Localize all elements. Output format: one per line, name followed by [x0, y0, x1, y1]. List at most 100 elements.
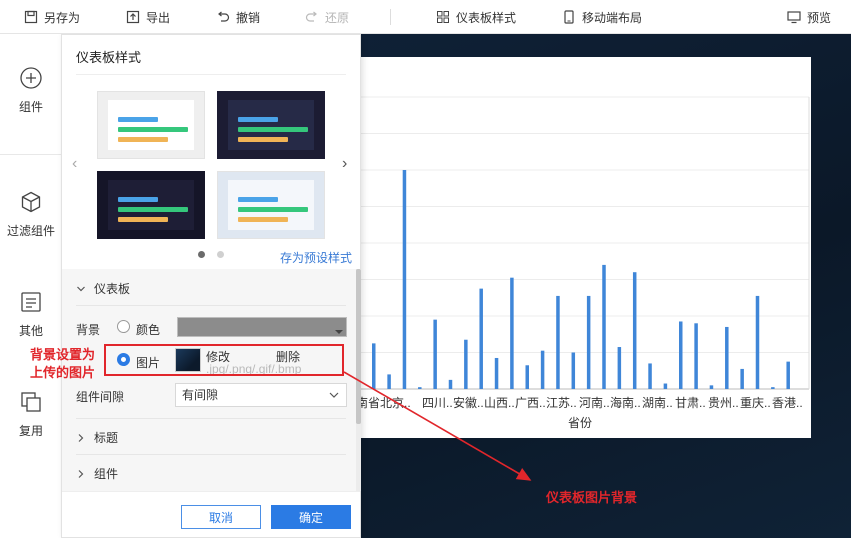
dashboard-style-panel: 仪表板样式 ‹ › 存为预设样式 仪表板 背景 颜色 图片 修改 删除 .jpg… [61, 34, 361, 538]
section-title-label: 标题 [94, 431, 119, 445]
chevron-right-icon [78, 433, 84, 442]
sidebar-item-other[interactable]: 其他 [0, 290, 62, 339]
mobile-layout-label: 移动端布局 [582, 10, 643, 25]
chart-widget[interactable]: 云南省北京.. 四川..安徽..山西..广西..江苏..河南..海南..湖南..甘… [360, 57, 811, 438]
carousel-prev-icon[interactable]: ‹ [72, 155, 77, 173]
redo-label: 还原 [325, 10, 350, 25]
sidebar-item-components[interactable]: 组件 [0, 66, 62, 115]
theme-thumbnail-dark[interactable] [97, 171, 205, 239]
plus-circle-icon [20, 67, 42, 89]
left-sidebar: 组件 过滤组件 其他 复用 [0, 34, 62, 538]
chart-bar[interactable] [771, 387, 775, 389]
chart-bar[interactable] [663, 383, 668, 389]
settings-scrollbar[interactable] [356, 269, 361, 491]
chart-tick-label: 四川.. [422, 396, 453, 410]
mobile-layout-button[interactable]: 移动端布局 [562, 0, 642, 34]
background-label: 背景 [76, 323, 101, 337]
save-icon [24, 10, 38, 24]
chart-bar[interactable] [725, 326, 729, 389]
chart-bar[interactable] [617, 347, 622, 389]
copy-icon [21, 392, 41, 412]
chart-bar[interactable] [372, 343, 376, 389]
preview-label: 预览 [807, 10, 832, 25]
chart-bar[interactable] [648, 363, 652, 389]
undo-button[interactable]: 撤销 [216, 0, 260, 34]
chart-tick-label: 云南省北京.. [360, 395, 411, 410]
chart-bar[interactable] [694, 323, 698, 389]
carousel-next-icon[interactable]: › [342, 155, 347, 173]
bar-chart: 云南省北京.. 四川..安徽..山西..广西..江苏..河南..海南..湖南..甘… [360, 96, 810, 430]
chart-bar[interactable] [418, 387, 422, 389]
chart-bar[interactable] [510, 277, 514, 389]
redo-icon [305, 11, 317, 22]
chart-bar[interactable] [586, 295, 591, 389]
carousel-dot[interactable] [217, 251, 224, 258]
dashboard-style-button[interactable]: 仪表板样式 [436, 0, 516, 34]
theme-thumbnail-light[interactable] [97, 91, 205, 159]
chart-tick-label: 甘肃.. [675, 396, 706, 410]
theme-thumbnail-dark-navy[interactable] [217, 91, 325, 159]
chart-tick-label: 重庆.. [740, 396, 771, 410]
chart-bar[interactable] [464, 339, 468, 389]
cancel-button[interactable]: 取消 [181, 505, 261, 529]
section-title-header[interactable]: 标题 [76, 429, 118, 446]
chart-tick-label: 广西.. [515, 396, 546, 410]
chart-bar[interactable] [602, 264, 606, 389]
settings-scroll-area [62, 269, 356, 491]
confirm-button[interactable]: 确定 [271, 505, 351, 529]
section-dashboard-label: 仪表板 [94, 282, 131, 296]
chart-bar[interactable] [632, 272, 637, 389]
chevron-down-icon [329, 392, 339, 398]
chart-bar[interactable] [709, 385, 714, 389]
chart-bar[interactable] [448, 379, 453, 389]
sidebar-item-label: 组件 [18, 100, 43, 114]
chart-bar[interactable] [556, 295, 560, 389]
export-label: 导出 [146, 10, 171, 25]
section-component-header[interactable]: 组件 [76, 465, 118, 482]
save-as-button[interactable]: 另存为 [24, 0, 80, 34]
section-dashboard-header[interactable]: 仪表板 [76, 280, 130, 297]
toolbar-divider [390, 9, 391, 25]
chart-bar[interactable] [786, 361, 790, 389]
carousel-dot-active[interactable] [198, 251, 205, 258]
background-color-picker[interactable] [177, 317, 347, 337]
chart-bar[interactable] [433, 319, 437, 389]
section-divider [76, 418, 346, 419]
chart-bar[interactable] [755, 295, 760, 389]
chart-bar[interactable] [740, 368, 744, 389]
annotation-left-note-line1: 背景设置为 [30, 347, 96, 362]
annotation-right-note: 仪表板图片背景 [546, 490, 638, 505]
chart-bar[interactable] [402, 170, 407, 389]
sidebar-divider [0, 154, 62, 155]
preview-button[interactable]: 预览 [787, 0, 831, 34]
chart-tick-label: 安徽.. [453, 395, 484, 410]
spacing-label: 组件间隙 [76, 390, 125, 404]
chart-bar[interactable] [540, 350, 545, 389]
chart-bar[interactable] [571, 352, 576, 390]
export-button[interactable]: 导出 [126, 0, 170, 34]
chart-tick-label: 山西.. [484, 396, 515, 410]
section-divider [76, 305, 346, 306]
grid-icon [437, 11, 449, 23]
chart-bar[interactable] [479, 288, 483, 389]
sidebar-item-reuse[interactable]: 复用 [0, 390, 62, 439]
section-component-label: 组件 [94, 467, 119, 481]
chart-tick-label: 香港.. [772, 396, 803, 410]
sidebar-item-filter[interactable]: 过滤组件 [0, 190, 62, 239]
background-color-label: 颜色 [136, 323, 161, 337]
spacing-select[interactable]: 有间隙 [175, 383, 347, 407]
monitor-icon [787, 11, 801, 24]
chart-bar[interactable] [525, 365, 530, 389]
chart-bar[interactable] [387, 374, 391, 389]
dashboard-style-label: 仪表板样式 [456, 10, 517, 25]
undo-icon [218, 11, 230, 22]
redo-button[interactable]: 还原 [305, 0, 349, 34]
background-color-radio[interactable] [117, 320, 130, 333]
theme-thumbnail-light-blue[interactable] [217, 171, 325, 239]
save-preset-link[interactable]: 存为预设样式 [280, 249, 352, 266]
chart-bar[interactable] [494, 357, 499, 389]
top-toolbar: 另存为 导出 撤销 还原 仪表板样式 移动端布局 预览 [0, 0, 851, 34]
chart-tick-label: 贵州.. [708, 396, 739, 410]
sidebar-item-label: 复用 [18, 424, 43, 438]
chart-bar[interactable] [679, 321, 683, 389]
